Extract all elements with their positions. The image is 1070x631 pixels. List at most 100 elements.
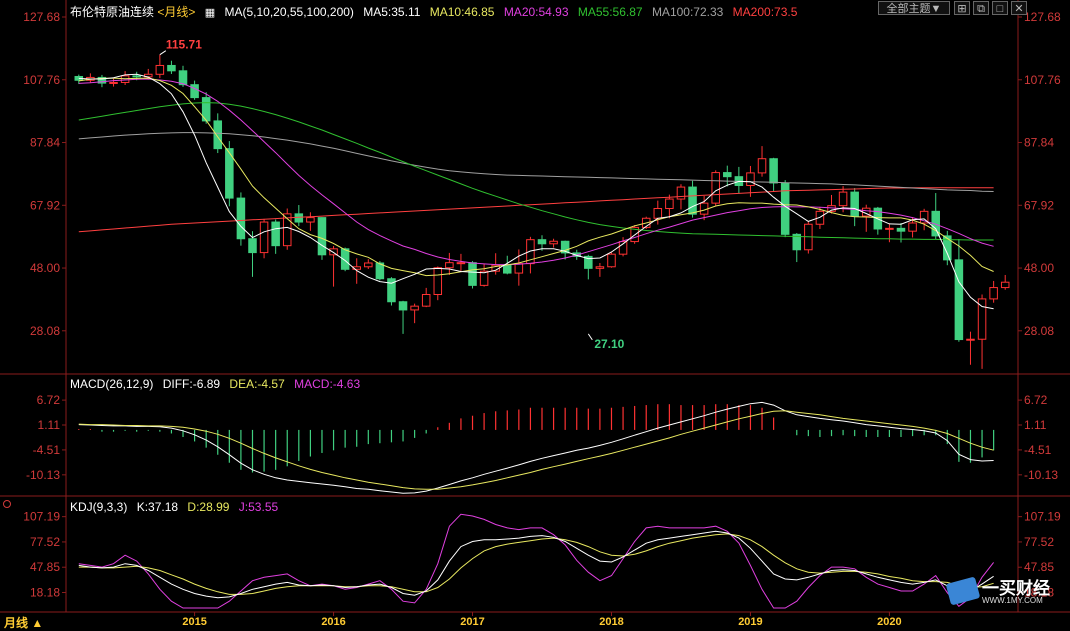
candle-body xyxy=(433,267,443,295)
candle-body xyxy=(398,301,408,311)
candle-body xyxy=(421,293,431,307)
y-tick-label-left: 48.00 xyxy=(30,261,60,275)
candle-body xyxy=(896,227,906,232)
close-icon[interactable]: ✕ xyxy=(1011,1,1027,15)
logo-icon xyxy=(946,577,980,605)
ma20-value: MA20:54.93 xyxy=(503,5,569,19)
extreme-pointer xyxy=(587,333,593,341)
y-tick-label-left: 67.92 xyxy=(30,198,60,212)
y-tick-label-right: 28.08 xyxy=(1024,324,1054,338)
y-tick-label-right: 67.92 xyxy=(1024,198,1054,212)
y-tick-label-left: 47.85 xyxy=(30,560,60,574)
period-selector[interactable]: <月线> xyxy=(157,5,195,19)
candle-body xyxy=(954,259,964,341)
y-tick-label-left: 6.72 xyxy=(37,393,61,407)
candle-body xyxy=(468,262,477,286)
candle-body xyxy=(213,120,223,150)
y-tick-label-right: 48.00 xyxy=(1024,261,1054,275)
y-tick-label-left: 28.08 xyxy=(30,324,60,338)
y-tick-label-right: 107.76 xyxy=(1024,73,1061,87)
candle-body xyxy=(502,264,512,274)
ma10-value: MA10:46.85 xyxy=(429,5,495,19)
candle-body xyxy=(248,238,257,254)
grid-icon[interactable]: ⊞ xyxy=(954,1,970,15)
theme-dropdown-button[interactable]: 全部主题▼ xyxy=(878,1,950,15)
candle-body xyxy=(236,197,246,240)
x-tick-label: 2017 xyxy=(460,616,484,628)
kdj-j: J:53.55 xyxy=(238,500,279,514)
ma-settings-icon[interactable]: ▦ xyxy=(205,7,215,19)
ma5-line xyxy=(78,73,994,310)
candle-body xyxy=(537,239,547,245)
y-tick-label-left: 127.68 xyxy=(23,10,60,24)
macd-dea: DEA:-4.57 xyxy=(229,377,285,391)
kdj-label: KDJ(9,3,3) xyxy=(70,500,128,514)
candle-body xyxy=(306,217,315,223)
candle-body xyxy=(364,262,373,268)
ma10-line xyxy=(78,77,994,277)
chart-canvas: 127.68 127.68 107.76 107.76 87.84 87.84 67.92 6… xyxy=(0,0,1070,628)
candle-body xyxy=(757,158,767,174)
y-tick-label-right: 127.68 xyxy=(1024,10,1061,24)
candle-body xyxy=(549,240,558,245)
instrument-title: 布伦特原油连续 xyxy=(70,5,155,19)
y-tick-label-left: 87.84 xyxy=(30,136,60,150)
y-tick-label-left: 1.11 xyxy=(38,418,61,432)
candle-body xyxy=(132,75,141,78)
candle-body xyxy=(746,172,755,186)
main-legend: 布伦特原油连续 <月线> ▦ MA(5,10,20,55,100,200) MA… xyxy=(70,3,803,20)
candle-body xyxy=(885,227,894,230)
candle-body xyxy=(445,262,454,269)
macd-macd: MACD:-4.63 xyxy=(294,377,361,391)
candle-body xyxy=(259,221,269,254)
pane-indicator-icon[interactable] xyxy=(3,500,11,508)
y-tick-label-left: -10.13 xyxy=(26,468,60,482)
candle-body xyxy=(155,64,165,75)
candle-body xyxy=(653,207,663,219)
candle-body xyxy=(850,191,859,217)
candle-body xyxy=(317,217,327,256)
candle-body xyxy=(989,287,998,300)
candle-body xyxy=(167,64,176,72)
macd-diff-line xyxy=(78,401,994,494)
candle-body xyxy=(711,172,720,204)
logo-url: WWW.1MY.COM xyxy=(982,596,1043,605)
period-toggle[interactable]: 月线 ▲ xyxy=(4,614,43,631)
macd-diff: DIFF:-6.89 xyxy=(162,377,221,391)
kdj-k-line xyxy=(78,530,994,599)
candle-body xyxy=(723,172,732,178)
kdj-k: K:37.18 xyxy=(136,500,179,514)
candle-body xyxy=(665,198,674,209)
x-tick-label: 2015 xyxy=(182,616,206,628)
candle-body xyxy=(456,262,466,265)
y-tick-label-left: 107.76 xyxy=(23,73,60,87)
y-tick-label-right: 6.72 xyxy=(1024,393,1048,407)
extreme-label: 27.10 xyxy=(594,337,624,351)
kdj-d-line xyxy=(78,533,994,595)
y-tick-label-right: -10.13 xyxy=(1024,468,1058,482)
watermark-logo: 一买财经 WWW.1MY.COM xyxy=(944,572,1064,612)
candle-body xyxy=(769,158,778,184)
x-tick-label: 2018 xyxy=(599,616,623,628)
y-tick-label-left: 77.52 xyxy=(30,535,60,549)
x-tick-label: 2016 xyxy=(321,616,345,628)
ma200-value: MA200:73.5 xyxy=(732,5,798,19)
restore-icon[interactable]: ⧉ xyxy=(973,1,989,15)
y-tick-label-right: 87.84 xyxy=(1024,136,1054,150)
candle-body xyxy=(294,213,304,223)
y-tick-label-left: -4.51 xyxy=(33,443,61,457)
candle-body xyxy=(966,338,975,341)
candle-body xyxy=(479,270,489,286)
x-tick-label: 2020 xyxy=(877,616,901,628)
x-tick-label: 2019 xyxy=(738,616,762,628)
kdj-j-line xyxy=(78,513,994,609)
ma20-line xyxy=(78,78,994,266)
y-tick-label-left: 107.19 xyxy=(23,510,60,524)
y-tick-label-left: 18.18 xyxy=(30,586,60,600)
candle-body xyxy=(688,186,697,215)
extreme-label: 115.71 xyxy=(166,38,202,52)
maximize-icon[interactable]: □ xyxy=(992,1,1008,15)
candle-body xyxy=(595,266,605,269)
candle-body xyxy=(838,191,848,207)
candle-body xyxy=(908,222,917,232)
